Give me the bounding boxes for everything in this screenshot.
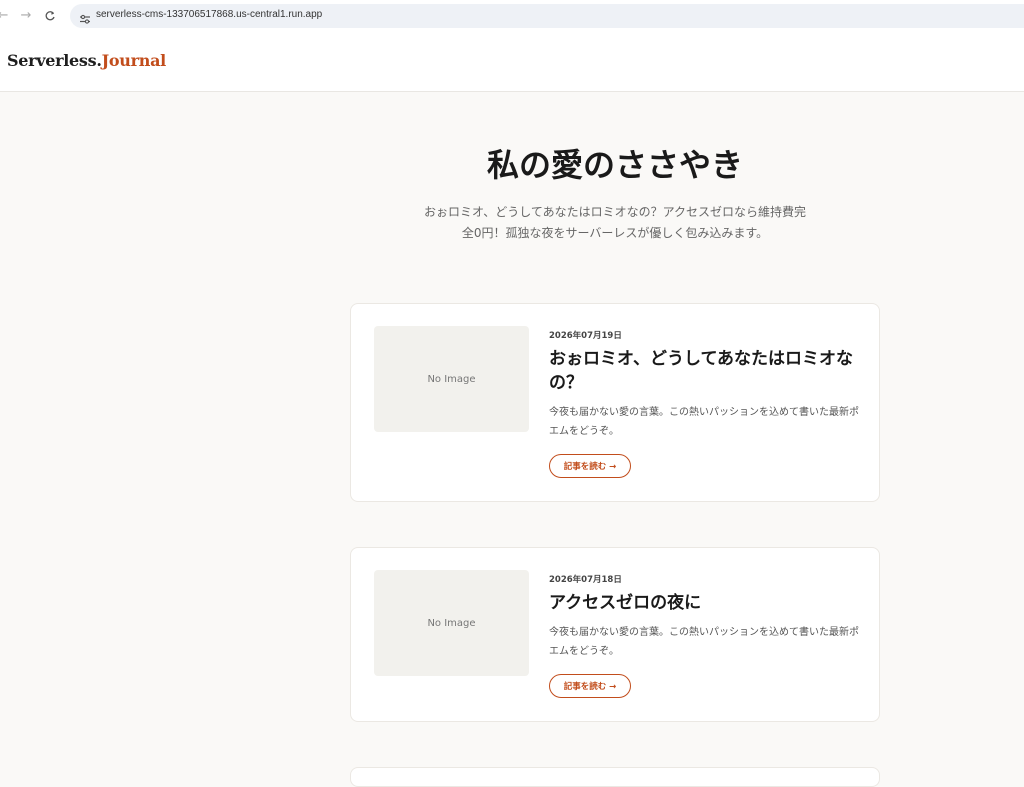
forward-icon[interactable]: → xyxy=(17,7,35,25)
post-card: No Image 2026年07月18日 アクセスゼロの夜に 今夜も届かない愛の… xyxy=(350,547,880,722)
post-thumbnail[interactable]: No Image xyxy=(374,326,529,432)
browser-toolbar: ← → serverless-cms-133706517868.us-centr… xyxy=(0,0,1024,34)
read-more-button[interactable]: 記事を読む → xyxy=(549,674,631,698)
post-excerpt: 今夜も届かない愛の言葉。この熱いパッションを込めて書いた最新ポエムをどうぞ。 xyxy=(549,627,859,657)
post-date: 2026年07月19日 xyxy=(549,331,622,341)
post-card: No Image 2026年07月19日 おぉロミオ、どうしてあなたはロミオなの… xyxy=(350,303,880,502)
url-text[interactable]: serverless-cms-133706517868.us-central1.… xyxy=(96,9,322,20)
post-excerpt: 今夜も届かない愛の言葉。この熱いパッションを込めて書いた最新ポエムをどうぞ。 xyxy=(549,407,859,437)
no-image-label: No Image xyxy=(427,617,476,629)
logo-primary-text: Serverless. xyxy=(7,51,102,70)
post-card-partial xyxy=(350,767,880,787)
logo-accent-text: Journal xyxy=(101,51,167,70)
site-info-icon[interactable] xyxy=(79,10,91,24)
back-icon[interactable]: ← xyxy=(0,7,12,25)
page-subtitle: おぉロミオ、どうしてあなたはロミオなの？アクセスゼロなら維持費完 全0円！孤独な… xyxy=(390,202,840,244)
post-date: 2026年07月18日 xyxy=(549,575,622,585)
subtitle-line-1: おぉロミオ、どうしてあなたはロミオなの？アクセスゼロなら維持費完 xyxy=(424,205,806,219)
page-title: 私の愛のささやき xyxy=(486,146,743,184)
site-logo[interactable]: Serverless.Journal xyxy=(7,51,166,70)
site-header: Serverless.Journal xyxy=(0,33,1024,92)
address-bar[interactable]: serverless-cms-133706517868.us-central1.… xyxy=(70,4,1024,28)
read-more-button[interactable]: 記事を読む → xyxy=(549,454,631,478)
no-image-label: No Image xyxy=(427,373,476,385)
reload-icon[interactable] xyxy=(41,7,59,25)
post-title[interactable]: おぉロミオ、どうしてあなたはロミオなの？ xyxy=(549,347,859,395)
subtitle-line-2: 全0円！孤独な夜をサーバーレスが優しく包み込みます。 xyxy=(461,226,769,240)
post-title[interactable]: アクセスゼロの夜に xyxy=(549,591,859,615)
post-thumbnail[interactable]: No Image xyxy=(374,570,529,676)
